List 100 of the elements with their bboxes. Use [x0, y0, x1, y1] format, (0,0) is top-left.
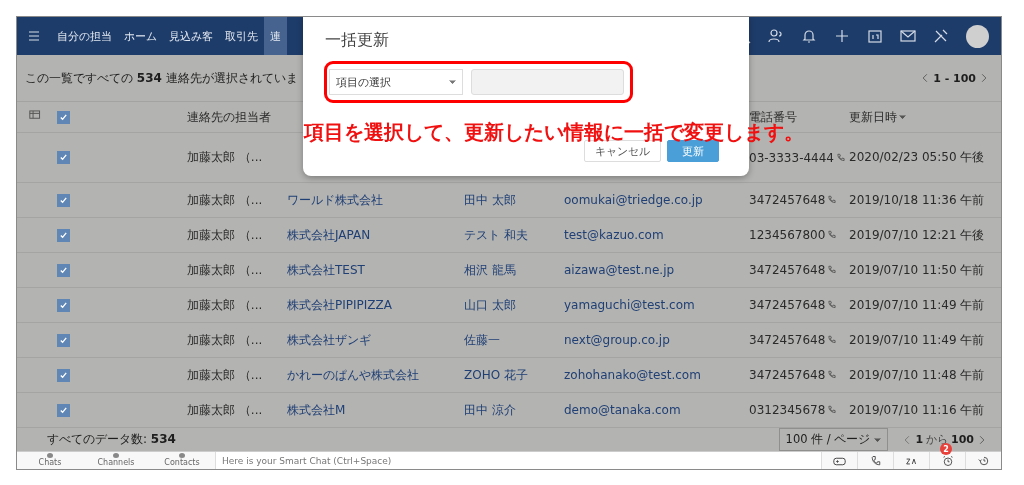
table-cell-text: 加藤太郎 （... — [187, 296, 264, 314]
bubble-icon — [47, 453, 53, 458]
phone-number: 3472457648 — [749, 193, 826, 207]
checkmark-icon — [59, 405, 68, 415]
chat-input[interactable]: Here is your Smart Chat (Ctrl+Space) — [215, 452, 821, 469]
contact-link[interactable]: 山口 太郎 — [464, 296, 564, 314]
email-link[interactable]: zohohanako@test.com — [564, 368, 749, 382]
email-link[interactable]: oomukai@triedge.co.jp — [564, 193, 749, 207]
bell-icon[interactable] — [801, 28, 817, 44]
checkbox[interactable] — [57, 263, 70, 277]
checkmark-icon — [59, 335, 68, 345]
contact-link[interactable]: テスト 和夫 — [464, 226, 564, 244]
column-header[interactable]: 更新日時 — [849, 108, 897, 126]
checkbox[interactable] — [57, 228, 70, 242]
calendar-icon[interactable] — [867, 28, 883, 44]
table-cell-text: 加藤太郎 （... — [187, 149, 264, 166]
checkbox[interactable] — [57, 193, 70, 207]
nav-tab[interactable]: ホーム — [118, 17, 163, 55]
phone-number: 3472457648 — [749, 263, 826, 277]
phone-number: 3472457648 — [749, 298, 826, 312]
checkbox[interactable] — [57, 298, 70, 312]
nav-tab[interactable]: 連 — [264, 17, 287, 55]
email-link[interactable]: test@kazuo.com — [564, 228, 749, 242]
email-link[interactable]: aizawa@test.ne.jp — [564, 263, 749, 277]
phone-icon — [827, 335, 838, 345]
email-link[interactable]: demo@tanaka.com — [564, 403, 749, 417]
chat-tab[interactable]: Channels — [97, 458, 135, 467]
contact-link[interactable]: ZOHO 花子 — [464, 366, 564, 384]
contact-link[interactable]: 田中 涼介 — [464, 401, 564, 419]
menu-icon[interactable] — [26, 28, 42, 44]
people-icon[interactable] — [768, 28, 784, 44]
email-link[interactable]: next@group.co.jp — [564, 333, 749, 347]
nav-tab[interactable]: 自分の担当 — [51, 17, 118, 55]
page-from: 1 — [915, 433, 924, 446]
checkmark-icon — [59, 370, 68, 380]
account-link[interactable]: 株式会社M — [287, 401, 464, 419]
field-select[interactable]: 項目の選択 — [329, 69, 463, 95]
page-range: 1 - 100 — [933, 71, 976, 85]
alarm-icon[interactable] — [941, 455, 954, 467]
mail-icon[interactable] — [900, 28, 916, 44]
checkmark-icon — [59, 112, 68, 122]
phone-icon — [827, 300, 838, 310]
phone-icon — [827, 195, 838, 205]
dialog-title: 一括更新 — [325, 30, 390, 51]
checkmark-icon — [59, 153, 68, 162]
bubble-icon — [179, 453, 185, 458]
avatar[interactable] — [966, 24, 989, 48]
contact-link[interactable]: 田中 太郎 — [464, 191, 564, 209]
phone-number: 3472457648 — [749, 368, 826, 382]
phone-number: 1234567800 — [749, 228, 826, 242]
value-field[interactable] — [471, 69, 624, 95]
email-link[interactable]: yamaguchi@test.com — [564, 298, 749, 312]
bubble-icon — [113, 453, 119, 458]
account-link[interactable]: 株式会社TEST — [287, 261, 464, 279]
notification-badge: 2 — [940, 443, 952, 455]
checkbox[interactable] — [57, 333, 70, 347]
contact-link[interactable]: 佐藤一 — [464, 331, 564, 349]
column-header: 連絡先の担当者 — [187, 108, 272, 126]
checkbox[interactable] — [57, 151, 70, 164]
table-cell-text: 2019/07/10 11:16 午前 — [849, 401, 986, 419]
table-cell-text: 2019/07/10 11:49 午前 — [849, 331, 986, 349]
phone-icon — [827, 230, 838, 240]
chat-tab[interactable]: Contacts — [164, 458, 200, 467]
account-link[interactable]: ワールド株式会社 — [287, 191, 464, 209]
selection-notice: この一覧ですべての 534 連絡先が選択されていま — [25, 69, 298, 87]
table-cell-text: 加藤太郎 （... — [187, 366, 264, 384]
table-cell-text: 加藤太郎 （... — [187, 401, 264, 419]
account-link[interactable]: 株式会社PIPIPIZZA — [287, 296, 464, 314]
checkmark-icon — [59, 265, 68, 275]
per-page-dropdown[interactable]: 100 件 / ページ — [778, 428, 889, 451]
page-to: 100 — [951, 433, 974, 446]
account-link[interactable]: 株式会社JAPAN — [287, 226, 464, 244]
contact-link[interactable]: 相沢 龍馬 — [464, 261, 564, 279]
caret-icon — [899, 115, 906, 119]
table-cell-text: 2020/02/23 05:50 午後 — [849, 149, 986, 166]
checkbox[interactable] — [57, 368, 70, 382]
table-cell-text: 2019/07/10 12:21 午後 — [849, 226, 986, 244]
page-separator: から — [926, 432, 949, 446]
phone-icon — [836, 152, 846, 163]
phone-number: 0312345678 — [749, 403, 826, 417]
table-cell-text: 加藤太郎 （... — [187, 261, 264, 279]
phone-icon — [827, 370, 838, 380]
checkbox[interactable] — [57, 403, 70, 417]
caret-icon — [449, 80, 456, 84]
nav-tab[interactable]: 見込み客 — [163, 17, 219, 55]
history-icon[interactable] — [977, 455, 990, 467]
phone-icon[interactable] — [869, 455, 882, 467]
nav-tab[interactable]: 取引先 — [219, 17, 264, 55]
checkbox[interactable] — [57, 110, 70, 124]
checkmark-icon — [59, 300, 68, 310]
account-link[interactable]: 株式会社ザンギ — [287, 331, 464, 349]
phone-number: 03-3333-4444 — [749, 150, 834, 165]
chat-tab[interactable]: Chats — [38, 458, 62, 467]
account-link[interactable]: かれーのぱんや株式会社 — [287, 366, 464, 384]
total-count: すべてのデータ数: 534 — [47, 431, 176, 448]
plus-icon[interactable] — [834, 28, 850, 44]
table-cell-text: 2019/07/10 11:48 午前 — [849, 366, 986, 384]
table-cell-text: 2019/07/10 11:50 午前 — [849, 261, 986, 279]
tools-icon[interactable] — [933, 28, 949, 44]
table-cell-text: 加藤太郎 （... — [187, 191, 264, 209]
